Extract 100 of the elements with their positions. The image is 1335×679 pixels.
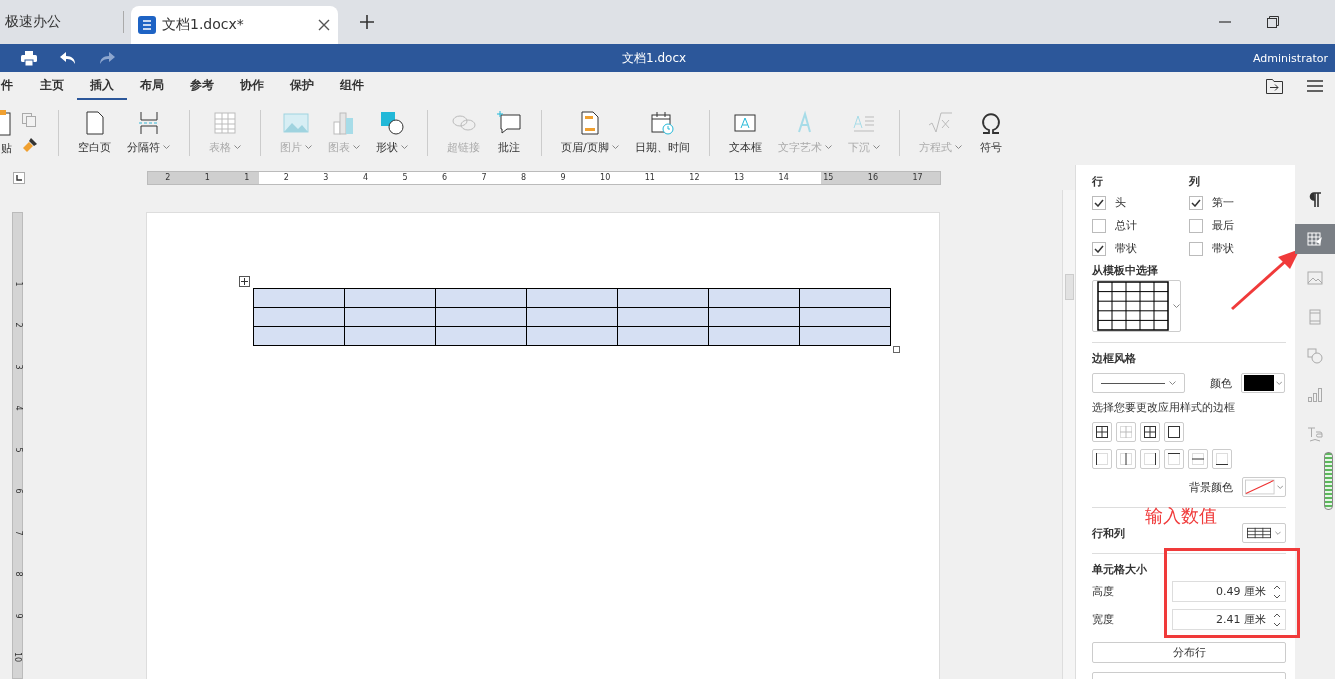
- width-label: 宽度: [1092, 612, 1114, 627]
- table-cell[interactable]: [253, 288, 345, 308]
- caret-icon: [954, 145, 962, 150]
- scrollbar-thumb[interactable]: [1065, 274, 1074, 300]
- document-table[interactable]: [253, 288, 891, 346]
- section-heading: 单元格大小: [1092, 562, 1148, 577]
- ruler-number: 12: [689, 172, 700, 183]
- menu-tab[interactable]: 保护: [277, 72, 327, 100]
- menu-tab[interactable]: 组件: [327, 72, 377, 100]
- ruler-number: 6: [441, 172, 448, 183]
- border-icon: [1120, 453, 1132, 465]
- caret-icon: [305, 145, 312, 150]
- background-color-picker[interactable]: [1242, 477, 1286, 497]
- toolbar-button[interactable]: 文本框: [723, 110, 767, 155]
- toolbar-button[interactable]: 日期、时间: [629, 110, 695, 155]
- checkmark-icon: [1191, 198, 1201, 207]
- menu-tab[interactable]: 参考: [177, 72, 227, 100]
- template-picker[interactable]: [1092, 280, 1181, 332]
- spinner-arrows-icon[interactable]: [1273, 612, 1281, 627]
- menu-tab[interactable]: 协作: [227, 72, 277, 100]
- table-cell[interactable]: [344, 288, 436, 308]
- border-button[interactable]: [1140, 422, 1160, 442]
- checkbox[interactable]: 总计: [1092, 216, 1189, 235]
- table-icon: [212, 110, 238, 136]
- toolbar-button[interactable]: 符号: [972, 110, 1009, 155]
- table-cell[interactable]: [799, 288, 891, 308]
- border-icon: [1096, 453, 1108, 465]
- scrollbar-thumb[interactable]: [1324, 452, 1333, 510]
- checkbox[interactable]: 带状: [1189, 239, 1285, 258]
- table-cell[interactable]: [708, 288, 800, 308]
- toolbar-button[interactable]: 批注: [491, 110, 527, 155]
- print-icon[interactable]: [21, 50, 37, 66]
- toolbar-button[interactable]: 页眉/页脚: [556, 110, 624, 155]
- menu-tab[interactable]: 布局: [127, 72, 177, 100]
- spinner-arrows-icon[interactable]: [1273, 584, 1281, 599]
- undo-icon[interactable]: [60, 52, 76, 64]
- border-button[interactable]: [1092, 449, 1112, 469]
- border-button[interactable]: [1212, 449, 1232, 469]
- menu-tab[interactable]: 主页: [27, 72, 77, 100]
- checkbox[interactable]: 最后: [1189, 216, 1285, 235]
- border-icon: [1144, 453, 1156, 465]
- shapes-icon: [1307, 348, 1323, 364]
- border-button[interactable]: [1092, 422, 1112, 442]
- ruler-number: 8: [521, 172, 527, 183]
- table-cell[interactable]: [526, 288, 618, 308]
- distribute-rows-button[interactable]: 分布行: [1092, 642, 1286, 663]
- border-icon: [1096, 426, 1108, 438]
- ruler-number: 2: [13, 322, 22, 328]
- redo-icon[interactable]: [99, 52, 115, 64]
- checkbox[interactable]: 头: [1092, 193, 1189, 212]
- no-color-icon: [1245, 479, 1275, 495]
- add-tab-icon[interactable]: [360, 15, 374, 29]
- caret-icon: [401, 145, 408, 150]
- checkbox[interactable]: 第一: [1189, 193, 1285, 212]
- menu-tab[interactable]: 件: [0, 72, 27, 100]
- tab-stop-icon[interactable]: [13, 171, 25, 184]
- toolbar-button[interactable]: 空白页: [73, 110, 116, 155]
- page-icon: [1307, 309, 1323, 325]
- border-style-dropdown[interactable]: [1092, 373, 1185, 393]
- restore-icon[interactable]: [1267, 16, 1279, 28]
- app-tab[interactable]: 极速办公: [0, 13, 123, 31]
- horizontal-ruler[interactable]: 2 1 1 2 3 4 5 6 7 8 9 10 11 12 13 14 15 16 17: [147, 170, 941, 185]
- checkmark-icon: [1094, 244, 1104, 253]
- menu-tab[interactable]: 插入: [77, 72, 127, 100]
- width-field[interactable]: 2.41 厘米: [1172, 609, 1286, 630]
- comment-icon: [496, 110, 522, 136]
- caret-icon: [872, 145, 880, 150]
- background-color-label: 背景颜色: [1189, 479, 1233, 495]
- table-style-icon: [1307, 231, 1323, 247]
- close-icon[interactable]: [318, 19, 330, 31]
- border-button[interactable]: [1140, 449, 1160, 469]
- resize-handle[interactable]: [893, 346, 900, 353]
- toolbar-button[interactable]: 分隔符: [122, 110, 175, 155]
- rows-columns-dropdown[interactable]: [1242, 523, 1286, 543]
- height-field[interactable]: 0.49 厘米: [1172, 581, 1286, 602]
- table-cell[interactable]: [435, 288, 527, 308]
- table-cell[interactable]: [617, 288, 709, 308]
- ruler-number: 2: [165, 172, 171, 183]
- shapes-icon: [379, 110, 405, 136]
- ruler-number: 5: [13, 447, 22, 453]
- vertical-ruler[interactable]: 1 2 3 4 5 6 7 8 9 10: [12, 212, 23, 679]
- border-icon: [1168, 453, 1180, 465]
- border-button[interactable]: [1164, 422, 1184, 442]
- checkbox[interactable]: 带状: [1092, 239, 1189, 258]
- border-color-picker[interactable]: [1241, 373, 1285, 393]
- table-rows-icon: [1247, 527, 1271, 539]
- toolbar-button[interactable]: 形状: [371, 110, 413, 155]
- move-handle-icon[interactable]: [239, 276, 250, 287]
- border-button[interactable]: [1164, 449, 1184, 469]
- bar-chart-icon: [1307, 387, 1323, 403]
- paste-button[interactable]: 贴: [0, 109, 12, 156]
- ruler-number: 4: [13, 405, 22, 411]
- document-tab[interactable]: 文档1.docx*: [131, 6, 338, 44]
- export-icon[interactable]: [1266, 78, 1283, 94]
- section-heading: 行: [1092, 174, 1104, 189]
- format-painter-icon[interactable]: [22, 136, 38, 153]
- caret-icon: [611, 145, 619, 150]
- menu-icon[interactable]: [1307, 80, 1323, 92]
- ruler-number: 1: [13, 281, 22, 287]
- ruler-number: 3: [323, 172, 329, 183]
